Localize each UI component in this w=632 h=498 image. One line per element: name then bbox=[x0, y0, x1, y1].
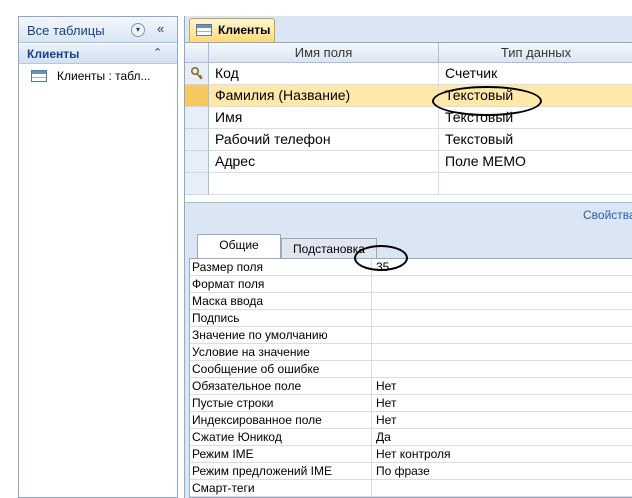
property-value[interactable]: Нет bbox=[372, 412, 632, 429]
property-name: Маска ввода bbox=[190, 293, 372, 310]
data-type-cell[interactable]: Текстовый bbox=[439, 107, 632, 129]
row-selector[interactable] bbox=[185, 63, 209, 85]
column-header-data-type: Тип данных bbox=[439, 43, 632, 63]
field-design-grid: Имя поля Тип данных Код Счетчик Фамилия … bbox=[185, 42, 632, 202]
property-name: Режим предложений IME bbox=[190, 463, 372, 480]
data-type-cell[interactable]: Поле MEMO bbox=[439, 151, 632, 173]
tab-lookup[interactable]: Подстановка bbox=[281, 238, 377, 260]
row-selector[interactable] bbox=[185, 129, 209, 151]
field-properties-table: Размер поля 35 Формат поля Маска ввода П… bbox=[189, 258, 632, 498]
row-selector[interactable] bbox=[185, 85, 209, 107]
nav-group-header[interactable]: Клиенты ⌃ bbox=[19, 44, 177, 64]
property-name: Размер поля bbox=[190, 259, 372, 276]
table-row[interactable]: Код Счетчик bbox=[209, 63, 632, 85]
navigation-pane-title: Все таблицы bbox=[27, 23, 105, 38]
property-row[interactable]: Подпись bbox=[190, 310, 632, 327]
grid-corner-selector[interactable] bbox=[185, 43, 209, 63]
collapse-group-icon[interactable]: ⌃ bbox=[153, 46, 162, 59]
chevron-down-icon[interactable]: ▾ bbox=[131, 23, 145, 37]
field-name-cell[interactable]: Код bbox=[209, 63, 439, 85]
navigation-pane-header[interactable]: Все таблицы ▾ « bbox=[19, 17, 177, 43]
property-row[interactable]: Условие на значение bbox=[190, 344, 632, 361]
row-selector[interactable] bbox=[185, 107, 209, 129]
property-value[interactable] bbox=[372, 361, 632, 378]
property-row[interactable]: Режим IME Нет контроля bbox=[190, 446, 632, 463]
table-icon bbox=[31, 70, 47, 82]
property-name: Режим IME bbox=[190, 446, 372, 463]
column-header-field-name: Имя поля bbox=[209, 43, 439, 63]
property-row[interactable]: Смарт-теги bbox=[190, 480, 632, 497]
table-icon bbox=[196, 24, 212, 36]
property-name: Сообщение об ошибке bbox=[190, 361, 372, 378]
property-value[interactable] bbox=[372, 293, 632, 310]
object-tab-clients[interactable]: Клиенты bbox=[189, 18, 275, 42]
table-row-empty[interactable] bbox=[209, 173, 632, 195]
property-name: Значение по умолчанию bbox=[190, 327, 372, 344]
field-properties-header: Свойства bbox=[185, 202, 632, 226]
field-name-cell[interactable]: Фамилия (Название) bbox=[209, 85, 439, 107]
property-value[interactable] bbox=[372, 310, 632, 327]
field-name-cell[interactable]: Адрес bbox=[209, 151, 439, 173]
property-name: Обязательное поле bbox=[190, 378, 372, 395]
property-value[interactable]: Нет bbox=[372, 395, 632, 412]
property-row[interactable]: Режим предложений IME По фразе bbox=[190, 463, 632, 480]
property-name: Индексированное поле bbox=[190, 412, 372, 429]
property-value[interactable] bbox=[372, 480, 632, 497]
property-row[interactable]: Обязательное поле Нет bbox=[190, 378, 632, 395]
field-name-cell[interactable] bbox=[209, 173, 439, 195]
table-design-window: Клиенты Имя поля Тип данных Код Счетчик … bbox=[184, 16, 632, 498]
data-type-cell[interactable] bbox=[439, 173, 632, 195]
row-selector[interactable] bbox=[185, 173, 209, 195]
table-row[interactable]: Имя Текстовый bbox=[209, 107, 632, 129]
property-name: Условие на значение bbox=[190, 344, 372, 361]
property-value[interactable]: 35 bbox=[372, 259, 632, 276]
nav-item-clients-table[interactable]: Клиенты : табл... bbox=[19, 65, 177, 87]
property-value[interactable] bbox=[372, 344, 632, 361]
collapse-pane-icon[interactable]: « bbox=[157, 21, 164, 36]
property-name: Подпись bbox=[190, 310, 372, 327]
property-row[interactable]: Индексированное поле Нет bbox=[190, 412, 632, 429]
property-name: Сжатие Юникод bbox=[190, 429, 372, 446]
property-value[interactable] bbox=[372, 276, 632, 293]
property-value[interactable]: По фразе bbox=[372, 463, 632, 480]
table-row[interactable]: Рабочий телефон Текстовый bbox=[209, 129, 632, 151]
data-type-cell[interactable]: Текстовый bbox=[439, 85, 632, 107]
navigation-pane: Все таблицы ▾ « Клиенты ⌃ Клиенты : табл… bbox=[18, 16, 178, 498]
table-row[interactable]: Адрес Поле MEMO bbox=[209, 151, 632, 173]
property-value[interactable]: Да bbox=[372, 429, 632, 446]
data-type-cell[interactable]: Счетчик bbox=[439, 63, 632, 85]
nav-group-title: Клиенты bbox=[27, 47, 80, 61]
tab-general[interactable]: Общие bbox=[197, 234, 281, 258]
property-name: Пустые строки bbox=[190, 395, 372, 412]
field-name-cell[interactable]: Рабочий телефон bbox=[209, 129, 439, 151]
property-row[interactable]: Размер поля 35 bbox=[190, 259, 632, 276]
property-row[interactable]: Сообщение об ошибке bbox=[190, 361, 632, 378]
property-row[interactable]: Формат поля bbox=[190, 276, 632, 293]
table-row-selected[interactable]: Фамилия (Название) Текстовый bbox=[209, 85, 632, 107]
property-value[interactable]: Нет bbox=[372, 378, 632, 395]
property-name: Смарт-теги bbox=[190, 480, 372, 497]
primary-key-icon bbox=[190, 66, 203, 80]
nav-item-label: Клиенты : табл... bbox=[57, 69, 151, 83]
row-selector[interactable] bbox=[185, 151, 209, 173]
property-row[interactable]: Пустые строки Нет bbox=[190, 395, 632, 412]
property-row[interactable]: Сжатие Юникод Да bbox=[190, 429, 632, 446]
property-row[interactable]: Значение по умолчанию bbox=[190, 327, 632, 344]
field-name-cell[interactable]: Имя bbox=[209, 107, 439, 129]
field-properties-label: Свойства bbox=[583, 208, 632, 222]
property-value[interactable] bbox=[372, 327, 632, 344]
object-tab-label: Клиенты bbox=[218, 23, 271, 37]
property-row[interactable]: Маска ввода bbox=[190, 293, 632, 310]
property-value[interactable]: Нет контроля bbox=[372, 446, 632, 463]
data-type-cell[interactable]: Текстовый bbox=[439, 129, 632, 151]
property-name: Формат поля bbox=[190, 276, 372, 293]
